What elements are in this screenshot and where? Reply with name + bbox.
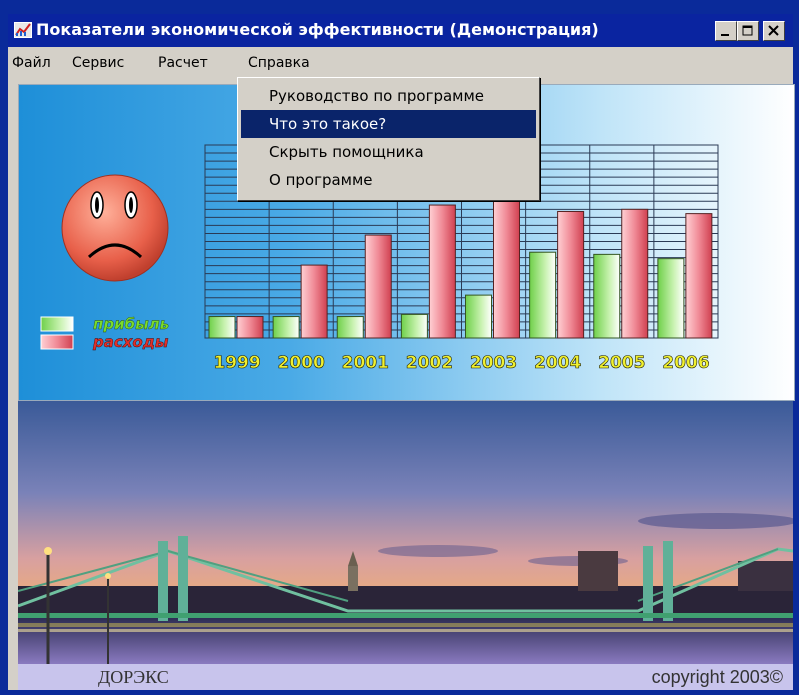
bar-expenses-2003 [493, 183, 520, 339]
night-bridge-photo [18, 401, 793, 664]
menu-item-guide[interactable]: Руководство по программе [241, 82, 536, 110]
menu-calc[interactable]: Расчет [158, 55, 208, 71]
menu-service[interactable]: Сервис [72, 55, 124, 71]
x-tick-label: 2005 [598, 353, 645, 373]
bar-expenses-2000 [300, 264, 328, 339]
city-bridge-photo [18, 401, 793, 664]
bar-profit-2004 [529, 251, 557, 339]
bar-profit-2000 [272, 316, 300, 339]
menu-bar: Файл Сервис Расчет Справка [8, 47, 793, 111]
close-icon [768, 25, 779, 36]
minimize-button[interactable] [715, 21, 737, 41]
maximize-icon [742, 25, 753, 36]
bar-expenses-2002 [428, 204, 456, 339]
x-tick-label: 2003 [470, 353, 517, 373]
chart-legend: прибыль расходы [40, 315, 169, 351]
bar-expenses-2004 [557, 210, 585, 339]
window-title: Показатели экономической эффективности (… [36, 20, 599, 39]
bar-profit-2005 [593, 253, 621, 339]
bar-expenses-2006 [685, 213, 713, 339]
bar-profit-1999 [208, 316, 236, 339]
menu-item-hide-assistant[interactable]: Скрыть помощника [241, 138, 536, 166]
bar-profit-2001 [336, 316, 364, 339]
chart-app-icon [14, 22, 32, 38]
bar-profit-2002 [400, 313, 428, 339]
bar-profit-2003 [465, 294, 492, 339]
x-tick-label: 2001 [342, 353, 389, 373]
menu-item-whats-this[interactable]: Что это такое? [241, 110, 536, 138]
title-bar[interactable]: Показатели экономической эффективности (… [8, 14, 793, 47]
close-button[interactable] [763, 21, 785, 41]
x-tick-label: 2002 [406, 353, 453, 373]
footer-company: ДОРЭКС [98, 667, 169, 687]
footer-copyright: copyright 2003© [651, 667, 783, 687]
menu-file[interactable]: Файл [12, 55, 51, 71]
app-window: Показатели экономической эффективности (… [8, 14, 795, 690]
chart-bars [208, 183, 713, 339]
minimize-icon [721, 34, 729, 36]
x-tick-label: 1999 [213, 353, 260, 373]
x-tick-label: 2004 [534, 353, 581, 373]
bar-profit-2006 [657, 258, 685, 339]
help-dropdown: Руководство по программе Что это такое? … [237, 77, 540, 201]
chart-x-labels: 1999 2000 2001 2002 2003 2004 2005 2006 [213, 353, 710, 374]
menu-help[interactable]: Справка [248, 55, 310, 71]
legend-expenses-label: расходы [92, 333, 169, 351]
footer-bar: ДОРЭКС copyright 2003© [18, 664, 793, 690]
bar-expenses-2005 [621, 208, 649, 339]
maximize-button[interactable] [737, 21, 759, 41]
sad-face-icon [61, 174, 169, 282]
x-tick-label: 2006 [662, 353, 709, 373]
bar-expenses-1999 [236, 316, 264, 339]
legend-profit-label: прибыль [93, 315, 169, 333]
x-tick-label: 2000 [278, 353, 325, 373]
bar-expenses-2001 [364, 234, 392, 339]
menu-item-about[interactable]: О программе [241, 166, 536, 194]
